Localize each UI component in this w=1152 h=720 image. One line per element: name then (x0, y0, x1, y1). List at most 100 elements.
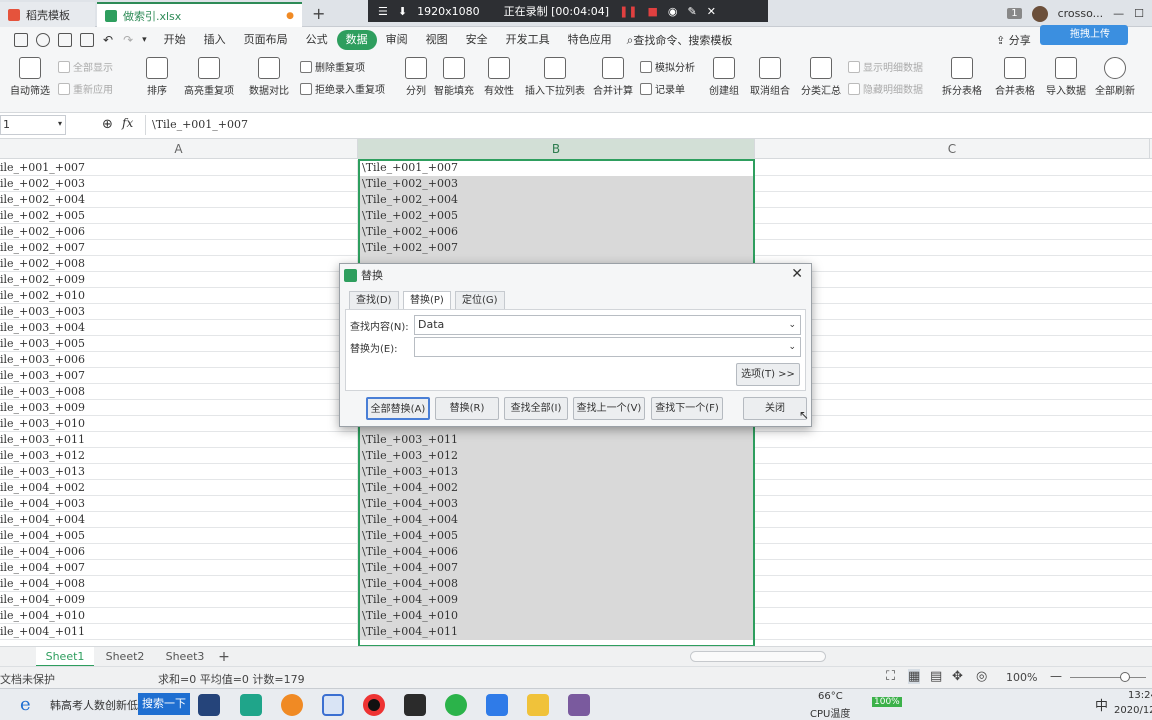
archive-icon[interactable] (568, 694, 590, 716)
cell-a[interactable]: ile_+002_+006 (0, 224, 358, 240)
zoom-slider-thumb[interactable] (1120, 672, 1130, 682)
user-name[interactable]: crosso... (1058, 7, 1104, 20)
cell-a[interactable]: ile_+004_+002 (0, 480, 358, 496)
cell-a[interactable]: ile_+003_+006 (0, 352, 358, 368)
find-history-chevron-icon[interactable]: ⌄ (788, 316, 796, 334)
eye-protect-icon[interactable]: ◎ (976, 669, 987, 684)
add-sheet-icon[interactable]: + (214, 647, 234, 667)
app-network-icon[interactable] (322, 694, 344, 716)
page-break-icon[interactable]: ▤ (930, 669, 942, 684)
chevron-down-icon[interactable]: ▾ (142, 35, 147, 45)
options-button[interactable]: 选项(T) >> (736, 363, 800, 386)
split-table-button[interactable]: 拆分表格 (938, 57, 986, 97)
cell-b[interactable]: \Tile_+004_+009 (359, 592, 754, 608)
menu-features[interactable]: 特色应用 (559, 30, 621, 50)
selection-summary[interactable]: 求和=0 平均值=0 计数=179 (158, 671, 305, 687)
name-box[interactable]: 1 (0, 115, 66, 135)
cell-a[interactable]: ile_+004_+003 (0, 496, 358, 512)
record-button[interactable]: 记录单 (640, 81, 685, 96)
cell-a[interactable]: ile_+003_+009 (0, 400, 358, 416)
cell-b[interactable]: \Tile_+004_+005 (359, 528, 754, 544)
reject-dup-button[interactable]: 拒绝录入重复项 (300, 81, 385, 96)
menu-security[interactable]: 安全 (457, 30, 497, 50)
menu-formula[interactable]: 公式 (297, 30, 337, 50)
delete-dup-button[interactable]: 删除重复项 (300, 59, 365, 74)
menu-review[interactable]: 审阅 (377, 30, 417, 50)
cell-b[interactable]: \Tile_+004_+008 (359, 576, 754, 592)
cell-a[interactable]: ile_+002_+009 (0, 272, 358, 288)
cell-a[interactable]: ile_+003_+008 (0, 384, 358, 400)
tab-goto[interactable]: 定位(G) (455, 291, 505, 309)
app-3-icon[interactable] (240, 694, 262, 716)
minimize-icon[interactable]: — (1113, 7, 1124, 20)
doc-tab-template[interactable]: 稻壳模板 (0, 2, 95, 27)
close-recorder-icon[interactable]: ✕ (707, 5, 716, 18)
stop-icon[interactable]: ■ (648, 5, 658, 18)
taskbar-search-button[interactable]: 搜索一下 (138, 693, 190, 715)
cell-b[interactable]: \Tile_+004_+010 (359, 608, 754, 624)
hide-detail-button[interactable]: 隐藏明细数据 (848, 81, 923, 96)
replace-input[interactable]: ⌄ (414, 337, 801, 357)
tab-replace[interactable]: 替换(P) (403, 291, 451, 310)
show-detail-button[interactable]: 显示明细数据 (848, 59, 923, 74)
print-preview-icon[interactable] (80, 33, 94, 47)
close-button[interactable]: 关闭 (743, 397, 807, 420)
format-painter-icon[interactable] (36, 33, 50, 47)
cell-a[interactable]: ile_+004_+007 (0, 560, 358, 576)
cell-b[interactable]: \Tile_+004_+002 (359, 480, 754, 496)
file-explorer-icon[interactable] (527, 694, 549, 716)
create-group-button[interactable]: 创建组 (706, 57, 742, 97)
cell-a[interactable]: ile_+002_+005 (0, 208, 358, 224)
zoom-level[interactable]: 100% (1006, 671, 1037, 684)
cell-b[interactable]: \Tile_+002_+006 (359, 224, 754, 240)
cell-a[interactable]: ile_+004_+010 (0, 608, 358, 624)
cell-b[interactable]: \Tile_+001_+007 (359, 160, 754, 176)
find-prev-button[interactable]: 查找上一个(V) (573, 397, 645, 420)
cell-b[interactable]: \Tile_+004_+011 (359, 624, 754, 640)
doc-tab-workbook[interactable]: 做索引.xlsx ● (97, 2, 302, 27)
maximize-icon[interactable]: ☐ (1134, 7, 1144, 20)
cell-a[interactable]: ile_+003_+011 (0, 432, 358, 448)
validity-button[interactable]: 有效性 (480, 57, 518, 97)
zoom-out-icon[interactable]: — (1050, 669, 1062, 683)
cell-a[interactable]: ile_+004_+008 (0, 576, 358, 592)
formula-input[interactable]: \Tile_+001_+007 (145, 115, 1152, 135)
auto-filter-button[interactable]: 自动筛选 (8, 57, 52, 97)
drag-upload-button[interactable]: 拖拽上传 (1040, 25, 1128, 45)
column-header-a[interactable]: A (0, 139, 358, 159)
name-box-chevron-icon[interactable]: ▾ (58, 119, 62, 128)
normal-view-icon[interactable]: ▦ (908, 669, 921, 684)
split-button[interactable]: 分列 (402, 57, 430, 97)
horizontal-scrollbar[interactable] (690, 651, 826, 662)
column-header-b[interactable]: B (358, 139, 755, 159)
battery-indicator[interactable]: 100% (872, 697, 902, 707)
cell-a[interactable]: ile_+003_+012 (0, 448, 358, 464)
app-search-icon[interactable] (281, 694, 303, 716)
simulate-button[interactable]: 模拟分析 (640, 59, 695, 74)
cell-a[interactable]: ile_+002_+007 (0, 240, 358, 256)
menu-insert[interactable]: 插入 (195, 30, 235, 50)
cell-a[interactable]: ile_+004_+004 (0, 512, 358, 528)
consolidate-button[interactable]: 合并计算 (592, 57, 634, 97)
cell-b[interactable]: \Tile_+003_+011 (359, 432, 754, 448)
import-data-button[interactable]: 导入数据 (1044, 57, 1088, 97)
cell-b[interactable]: \Tile_+004_+004 (359, 512, 754, 528)
find-all-button[interactable]: 查找全部(I) (504, 397, 568, 420)
cell-a[interactable]: ile_+004_+011 (0, 624, 358, 640)
save-icon[interactable] (14, 33, 28, 47)
show-all-button[interactable]: 全部显示 (58, 59, 113, 74)
undo-icon[interactable]: ↶ (103, 33, 113, 47)
cell-a[interactable]: ile_+003_+004 (0, 320, 358, 336)
cell-b[interactable]: \Tile_+002_+005 (359, 208, 754, 224)
cell-b[interactable]: \Tile_+002_+007 (359, 240, 754, 256)
cell-a[interactable]: ile_+002_+008 (0, 256, 358, 272)
browser-e-icon[interactable]: e (20, 694, 31, 715)
ime-indicator[interactable]: 中 (1095, 695, 1108, 714)
data-compare-button[interactable]: 数据对比 (244, 57, 294, 97)
sheet-tab-2[interactable]: Sheet2 (96, 647, 154, 667)
cell-b[interactable]: \Tile_+002_+003 (359, 176, 754, 192)
app-d-icon[interactable] (198, 694, 220, 716)
sheet-tab-1[interactable]: Sheet1 (36, 647, 94, 667)
insert-dropdown-button[interactable]: 插入下拉列表 (524, 57, 586, 97)
cell-a[interactable]: ile_+004_+009 (0, 592, 358, 608)
